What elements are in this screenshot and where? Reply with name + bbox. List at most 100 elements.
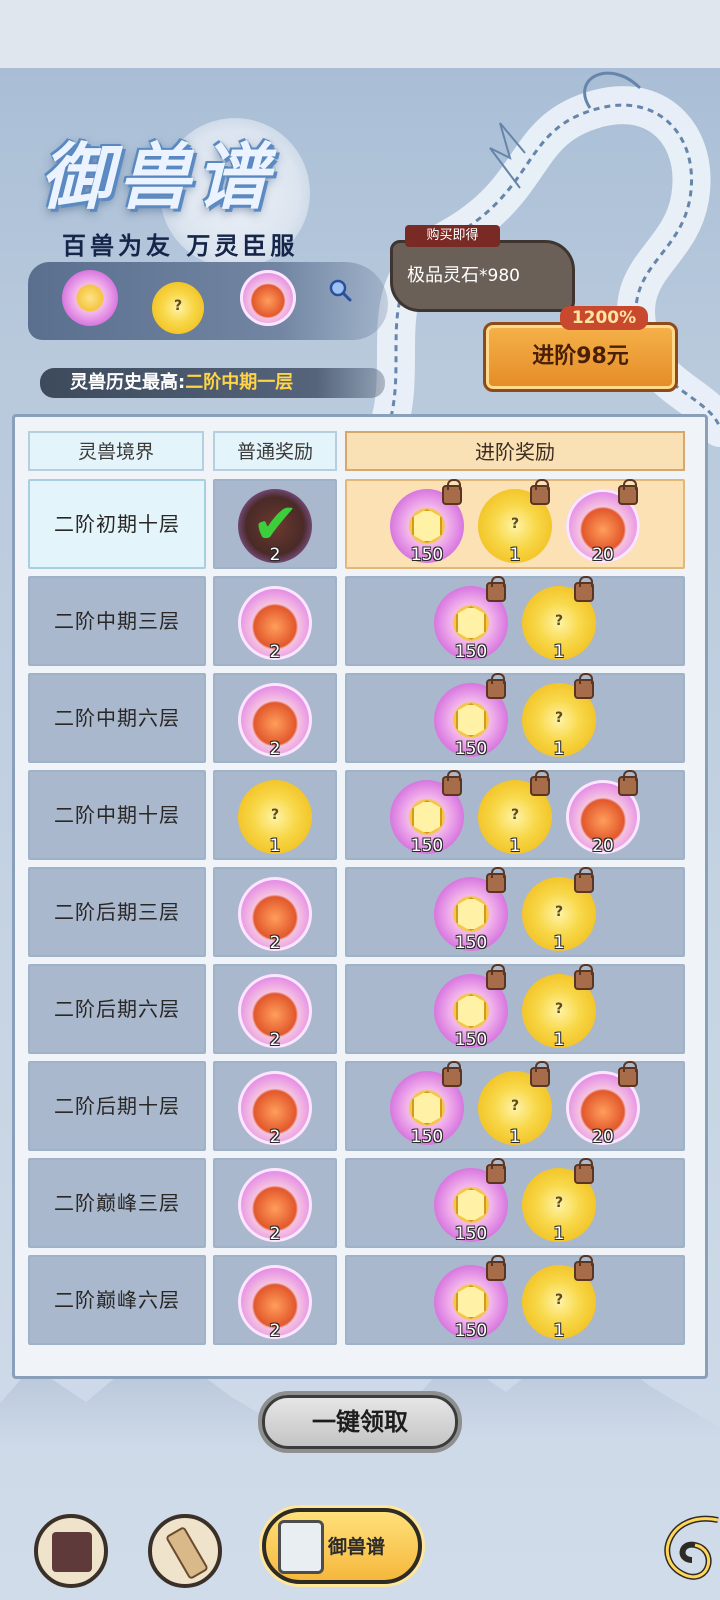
advanced-reward-cell: 150 ? 1 20 [345, 479, 685, 569]
reward-item[interactable]: ? 1 [478, 1061, 552, 1153]
search-icon[interactable] [328, 278, 352, 302]
reward-item[interactable]: 20 [566, 1061, 640, 1153]
realm-cell: 二阶中期六层 [28, 673, 206, 763]
reward-item[interactable]: 150 [434, 1158, 508, 1250]
reward-item[interactable]: ? 1 [522, 576, 596, 668]
advance-purchase-button[interactable]: 进阶98元 [483, 322, 678, 392]
nav-active-label: 御兽谱 [328, 1536, 386, 1558]
reward-item[interactable]: 20 [566, 479, 640, 571]
advanced-reward-cell: 150 ? 1 20 [345, 770, 685, 860]
egg-preview-icon[interactable]: ? [152, 282, 204, 334]
reward-item[interactable]: 150 [390, 770, 464, 862]
advanced-reward-cell: 150 ? 1 20 [345, 1061, 685, 1151]
table-row: 二阶中期三层 2 150 ? 1 [15, 576, 705, 668]
lock-icon [486, 1158, 506, 1184]
reward-table: 灵兽境界 普通奖励 进阶奖励 二阶初期十层 ✔ 2 150 ? 1 20 二阶中期三层 2 150… [12, 414, 708, 1379]
fire-orb-preview-icon[interactable] [240, 270, 296, 326]
table-row: 二阶巅峰六层 2 150 ? 1 [15, 1255, 705, 1347]
reward-count: 150 [454, 1321, 488, 1341]
reward-count: 1 [553, 1030, 565, 1050]
reward-item[interactable]: 2 [238, 578, 312, 668]
realm-cell: 二阶中期十层 [28, 770, 206, 860]
reward-item[interactable]: 150 [390, 479, 464, 571]
reward-count: 150 [454, 642, 488, 662]
realm-label: 二阶巅峰六层 [54, 1288, 180, 1312]
lock-icon [486, 964, 506, 990]
advanced-reward-cell: 150 ? 1 [345, 576, 685, 666]
reward-count: 2 [269, 1321, 281, 1341]
reward-item[interactable]: ? 1 [522, 867, 596, 959]
reward-item[interactable]: 150 [434, 964, 508, 1056]
reward-item[interactable]: 150 [434, 673, 508, 765]
reward-item[interactable]: 150 [434, 576, 508, 668]
swirl-icon[interactable] [640, 1490, 720, 1600]
normal-reward-cell: 2 [213, 1255, 337, 1345]
lock-icon [574, 673, 594, 699]
realm-cell: 二阶初期十层 [28, 479, 206, 569]
reward-item[interactable]: ? 1 [238, 772, 312, 862]
lock-icon [574, 1158, 594, 1184]
reward-count: 1 [553, 739, 565, 759]
reward-count: 1 [553, 933, 565, 953]
claim-all-button[interactable]: 一键领取 [262, 1395, 458, 1449]
table-row: 二阶中期十层 ? 1 150 ? 1 20 [15, 770, 705, 860]
nav-tab-bestiary[interactable]: 御兽谱 [262, 1508, 422, 1584]
lock-icon [442, 479, 462, 505]
lock-icon [574, 1255, 594, 1281]
advanced-reward-cell: 150 ? 1 [345, 1158, 685, 1248]
purchase-card: 极品灵石*980 [390, 240, 575, 312]
scroll-icon[interactable] [148, 1514, 222, 1588]
crystal-preview-icon[interactable] [62, 270, 118, 326]
advanced-reward-cell: 150 ? 1 [345, 964, 685, 1054]
reward-item[interactable]: ? 1 [522, 964, 596, 1056]
reward-item[interactable]: ? 1 [522, 673, 596, 765]
reward-count: 1 [509, 545, 521, 565]
lock-icon [618, 479, 638, 505]
reward-item[interactable]: 150 [434, 1255, 508, 1347]
status-bar [0, 0, 720, 68]
lock-icon [530, 479, 550, 505]
reward-count: 20 [592, 545, 614, 565]
reward-item[interactable]: 150 [390, 1061, 464, 1153]
reward-count: 1 [509, 836, 521, 856]
reward-count: 2 [269, 545, 281, 565]
lock-icon [486, 1255, 506, 1281]
realm-label: 二阶中期六层 [54, 706, 180, 730]
reward-count: 1 [269, 836, 281, 856]
table-row: 二阶后期六层 2 150 ? 1 [15, 964, 705, 1056]
reward-item[interactable]: ? 1 [522, 1158, 596, 1250]
lock-icon [574, 867, 594, 893]
reward-item[interactable]: 150 [434, 867, 508, 959]
reward-item[interactable]: 2 [238, 1160, 312, 1250]
reward-item[interactable]: 2 [238, 1063, 312, 1153]
reward-item[interactable]: 2 [238, 675, 312, 765]
reward-item[interactable]: ? 1 [522, 1255, 596, 1347]
reward-item[interactable]: 2 [238, 869, 312, 959]
reward-count: 1 [509, 1127, 521, 1147]
reward-item[interactable]: ? 1 [478, 479, 552, 571]
reward-item[interactable]: 2 [238, 966, 312, 1056]
history-label: 灵兽历史最高: [70, 372, 186, 393]
reward-item[interactable]: 20 [566, 770, 640, 862]
reward-count: 150 [410, 545, 444, 565]
reward-count: 150 [410, 1127, 444, 1147]
reward-item[interactable]: ✔ 2 [238, 481, 312, 571]
normal-reward-cell: ? 1 [213, 770, 337, 860]
normal-reward-cell: 2 [213, 1061, 337, 1151]
reward-count: 150 [454, 1224, 488, 1244]
lock-icon [530, 770, 550, 796]
bonus-badge: 1200% [560, 306, 648, 330]
realm-label: 二阶中期十层 [54, 803, 180, 827]
page-title: 御兽谱 [40, 134, 275, 219]
book-icon[interactable] [34, 1514, 108, 1588]
reward-item[interactable]: 2 [238, 1257, 312, 1347]
history-value: 二阶中期一层 [185, 372, 294, 393]
table-row: 二阶中期六层 2 150 ? 1 [15, 673, 705, 765]
normal-reward-cell: 2 [213, 1158, 337, 1248]
advanced-reward-cell: 150 ? 1 [345, 867, 685, 957]
lock-icon [618, 770, 638, 796]
reward-count: 2 [269, 1030, 281, 1050]
header-normal-reward: 普通奖励 [213, 431, 337, 471]
realm-label: 二阶后期三层 [54, 900, 180, 924]
reward-item[interactable]: ? 1 [478, 770, 552, 862]
